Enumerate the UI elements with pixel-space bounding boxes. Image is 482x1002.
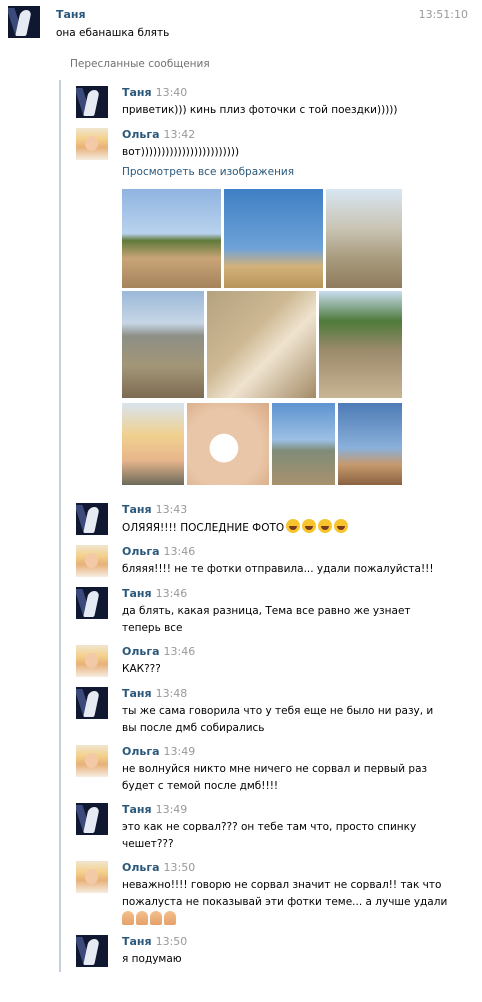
message-line: будет с темой после дмб!!!!	[122, 780, 279, 792]
author-name[interactable]: Ольга	[122, 745, 160, 758]
avatar[interactable]	[76, 503, 108, 535]
author-name[interactable]: Ольга	[122, 861, 160, 874]
author-name[interactable]: Таня	[56, 8, 86, 21]
avatar[interactable]	[76, 861, 108, 893]
photo-thumbnail[interactable]	[224, 189, 323, 288]
author-name[interactable]: Ольга	[122, 645, 160, 658]
folded-hands-icon	[164, 911, 176, 925]
photo-thumbnail[interactable]	[122, 189, 221, 288]
message-time: 13:50	[155, 935, 188, 948]
forwarded-label: Пересланные сообщения	[70, 58, 210, 70]
photo-thumbnail[interactable]	[272, 403, 335, 485]
folded-hands-icon	[122, 911, 134, 925]
message-line: это как не сорвал??? он тебе там что, пр…	[122, 821, 417, 833]
author-name[interactable]: Таня	[122, 687, 152, 700]
photo-thumbnail[interactable]	[122, 291, 204, 398]
avatar[interactable]	[76, 587, 108, 619]
message-text: она ебанашка блять	[56, 27, 170, 39]
main-message: Таня 13:51:10 она ебанашка блять	[8, 6, 478, 50]
message-line: да блять, какая разница, Тема все равно …	[122, 605, 411, 617]
folded-hands-icon	[150, 911, 162, 925]
avatar[interactable]	[8, 6, 40, 38]
message-line: вы после дмб собирались	[122, 722, 265, 734]
avatar[interactable]	[76, 645, 108, 677]
folded-hands-icon	[136, 911, 148, 925]
avatar[interactable]	[76, 687, 108, 719]
message-line: чешет???	[122, 838, 174, 850]
message-line: пожалуста не показывай эти фотки теме...…	[122, 896, 448, 908]
face-with-tears-of-joy-icon	[286, 519, 301, 533]
message-line: теперь все	[122, 622, 183, 634]
view-all-images-link[interactable]: Просмотреть все изображения	[122, 166, 294, 178]
author-name[interactable]: Таня	[122, 935, 152, 948]
message-line: я подумаю	[122, 953, 182, 965]
author-name[interactable]: Таня	[122, 803, 152, 816]
author-name[interactable]: Таня	[122, 86, 152, 99]
face-with-tears-of-joy-icon	[318, 519, 333, 533]
author-name[interactable]: Ольга	[122, 128, 160, 141]
message-time: 13:46	[163, 545, 196, 558]
forward-bar	[59, 80, 61, 972]
avatar[interactable]	[76, 128, 108, 160]
message-time: 13:46	[163, 645, 196, 658]
message-line: ОЛЯЯЯ!!!! ПОСЛЕДНИЕ ФОТО	[122, 522, 285, 534]
message-time[interactable]: 13:51:10	[419, 8, 468, 21]
message-time: 13:50	[163, 861, 196, 874]
message-line: вот))))))))))))))))))))))))	[122, 146, 240, 158]
avatar[interactable]	[76, 803, 108, 835]
avatar[interactable]	[76, 545, 108, 577]
face-with-tears-of-joy-icon	[302, 519, 317, 533]
photo-thumbnail[interactable]	[326, 189, 402, 288]
message-time: 13:43	[155, 503, 188, 516]
message-line: приветик))) кинь плиз фоточки с той поез…	[122, 104, 398, 116]
author-name[interactable]: Таня	[122, 503, 152, 516]
message-time: 13:48	[155, 687, 188, 700]
face-with-tears-of-joy-icon	[334, 519, 349, 533]
avatar[interactable]	[76, 86, 108, 118]
photo-thumbnail[interactable]	[338, 403, 402, 485]
photo-thumbnail[interactable]	[122, 403, 184, 485]
message-time: 13:49	[155, 803, 188, 816]
photo-thumbnail[interactable]	[187, 403, 269, 485]
avatar[interactable]	[76, 745, 108, 777]
message-line: бляяя!!!! не те фотки отправила... удали…	[122, 563, 434, 575]
message-line: неважно!!!! говорю не сорвал значит не с…	[122, 879, 442, 891]
message-line: не волнуйся никто мне ничего не сорвал и…	[122, 763, 428, 775]
message-line: КАК???	[122, 663, 161, 675]
message-time: 13:42	[163, 128, 196, 141]
message-time: 13:40	[155, 86, 188, 99]
message-time: 13:46	[155, 587, 188, 600]
message-time: 13:49	[163, 745, 196, 758]
photo-thumbnail[interactable]	[319, 291, 402, 398]
photo-thumbnail[interactable]	[207, 291, 316, 398]
message-line: ты же сама говорила что у тебя еще не бы…	[122, 705, 434, 717]
avatar[interactable]	[76, 935, 108, 967]
author-name[interactable]: Ольга	[122, 545, 160, 558]
author-name[interactable]: Таня	[122, 587, 152, 600]
